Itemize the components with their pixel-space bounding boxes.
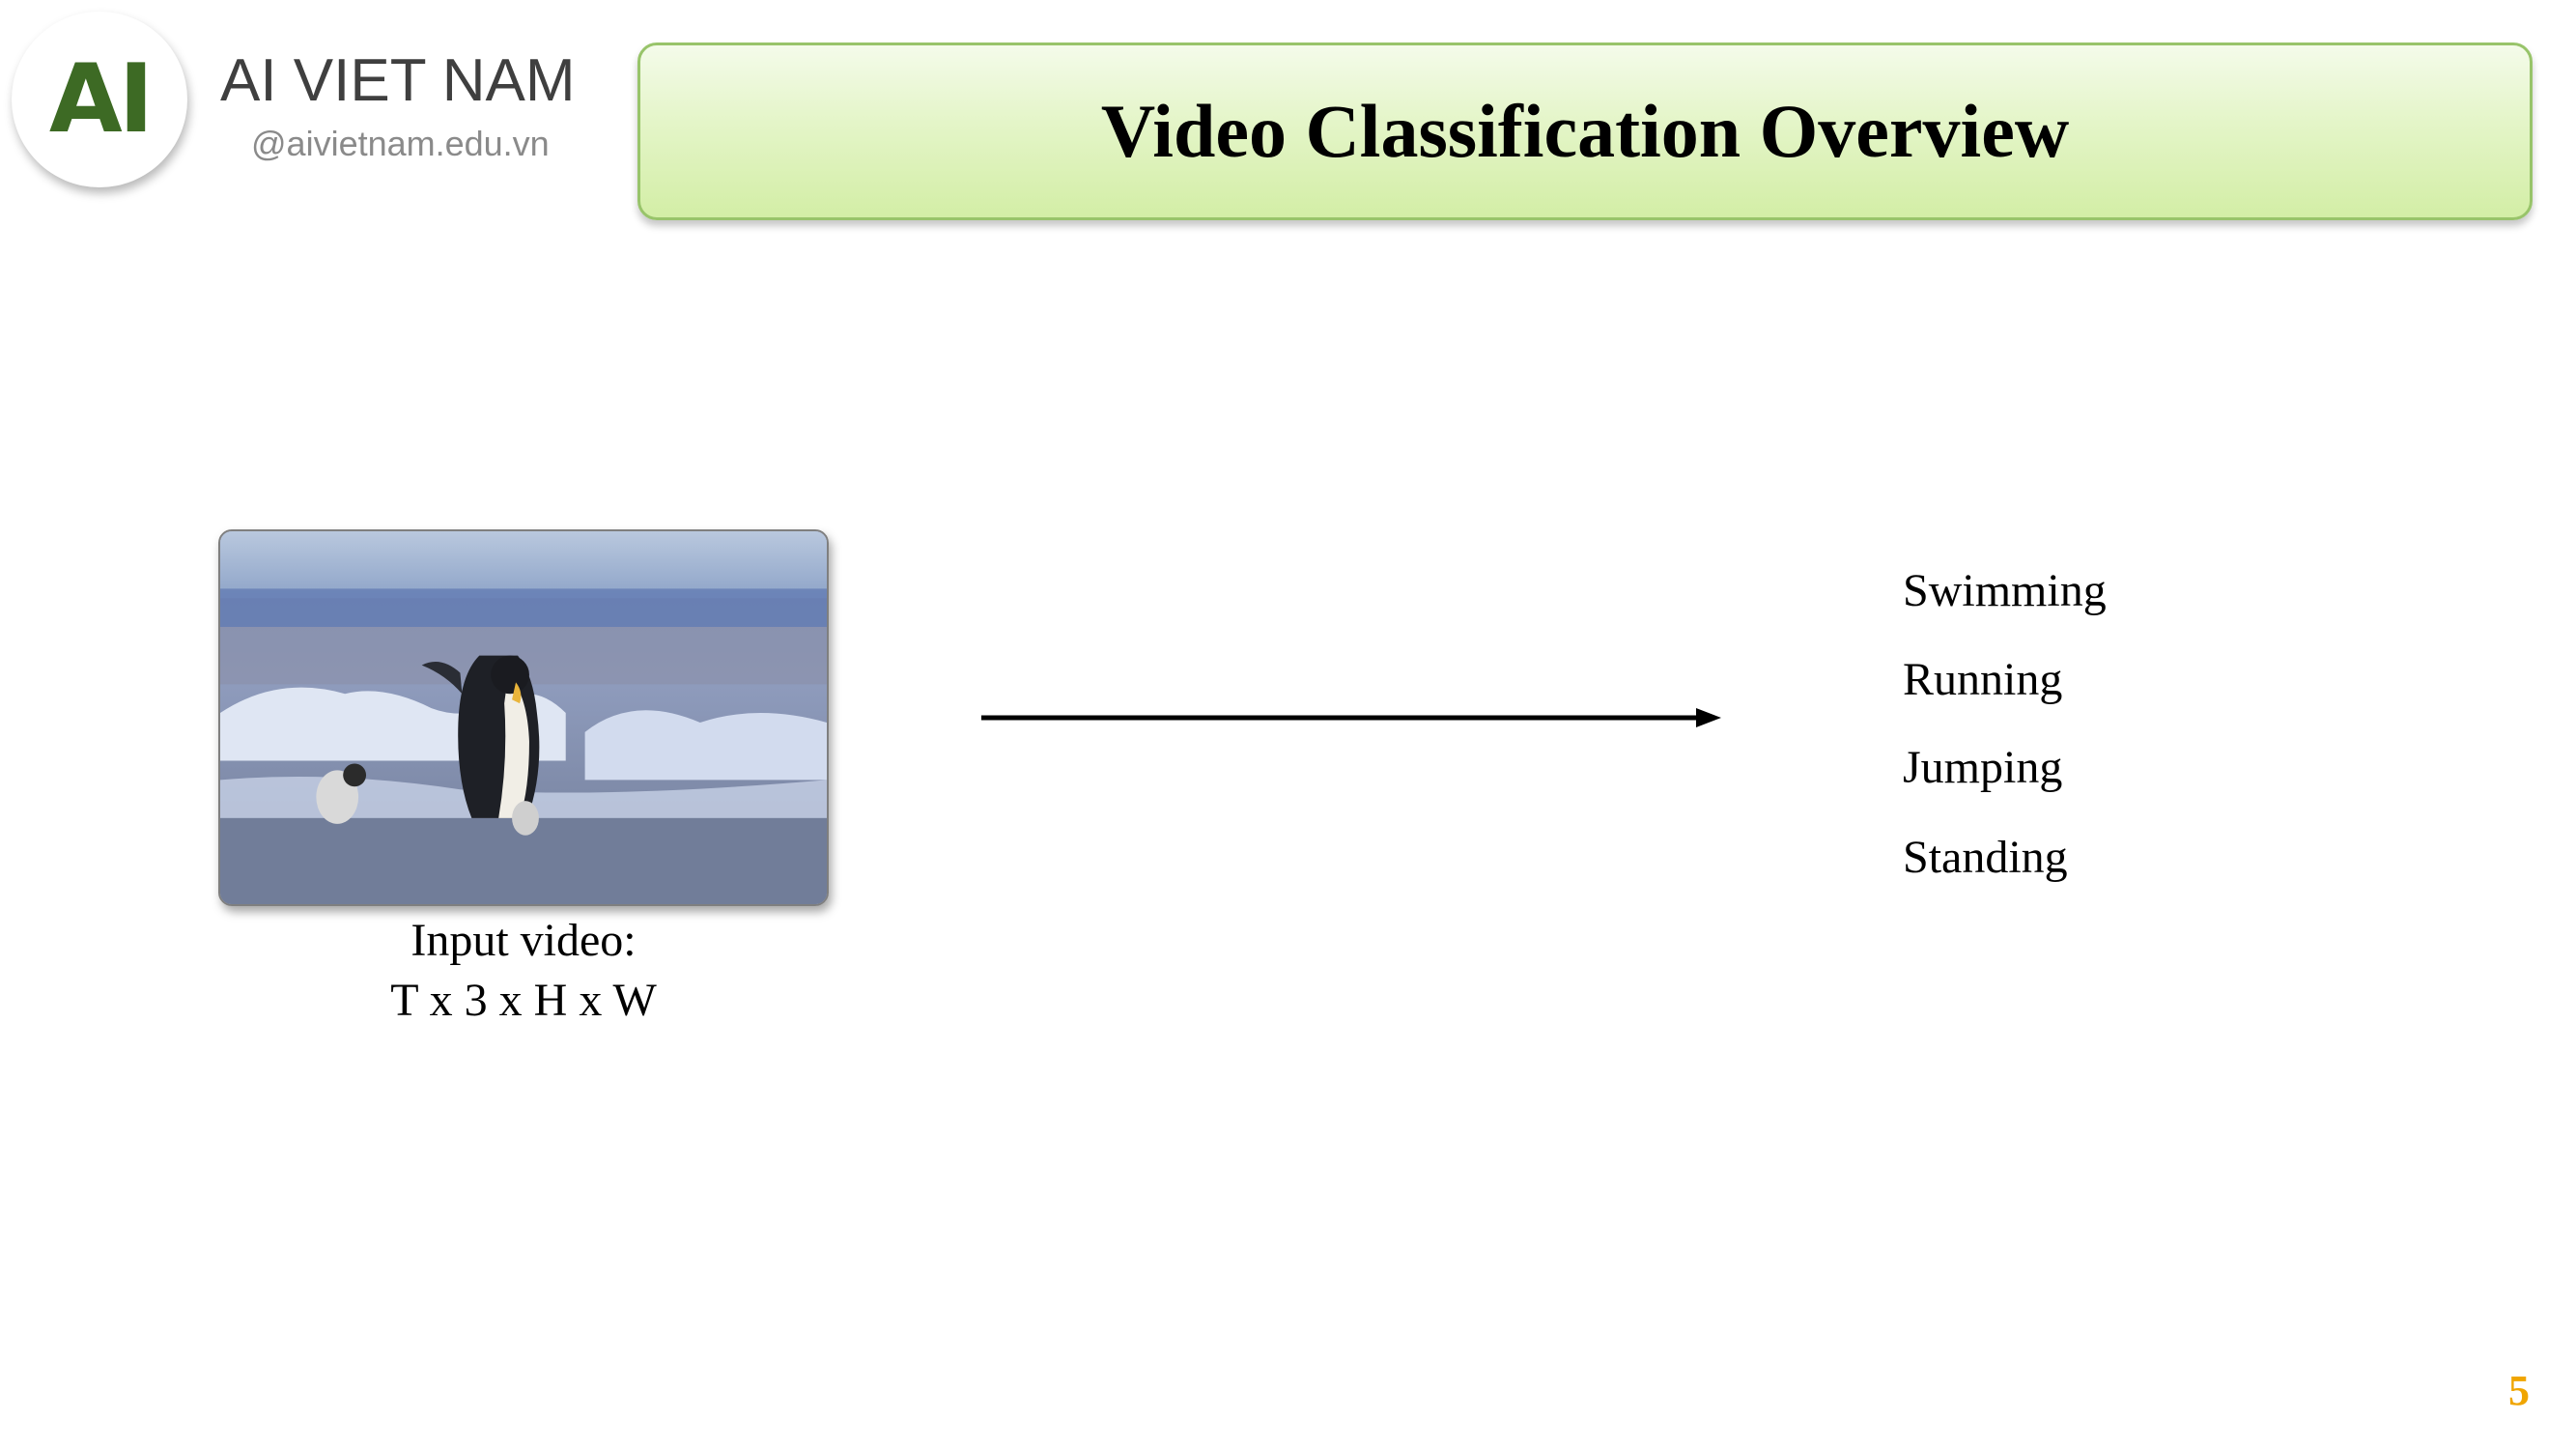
- title-banner: Video Classification Overview: [637, 43, 2533, 220]
- input-video-image: [218, 529, 829, 906]
- logo: AI: [12, 12, 187, 187]
- input-caption-line1: Input video:: [410, 915, 637, 966]
- class-label: Standing: [1903, 832, 2068, 883]
- penguin-scene-image: [220, 531, 827, 904]
- slide-title: Video Classification Overview: [1100, 89, 2070, 173]
- class-label: Running: [1903, 654, 2063, 705]
- brand-name: AI VIET NAM: [220, 47, 576, 114]
- right-arrow-icon: [981, 708, 1721, 727]
- logo-mark: AI: [48, 44, 154, 155]
- input-caption-line2: T x 3 x H x W: [390, 975, 657, 1026]
- class-label: Jumping: [1903, 742, 2063, 793]
- class-label: Swimming: [1903, 565, 2107, 616]
- page-number: 5: [2508, 1367, 2530, 1414]
- brand-url: @aivietnam.edu.vn: [251, 124, 550, 163]
